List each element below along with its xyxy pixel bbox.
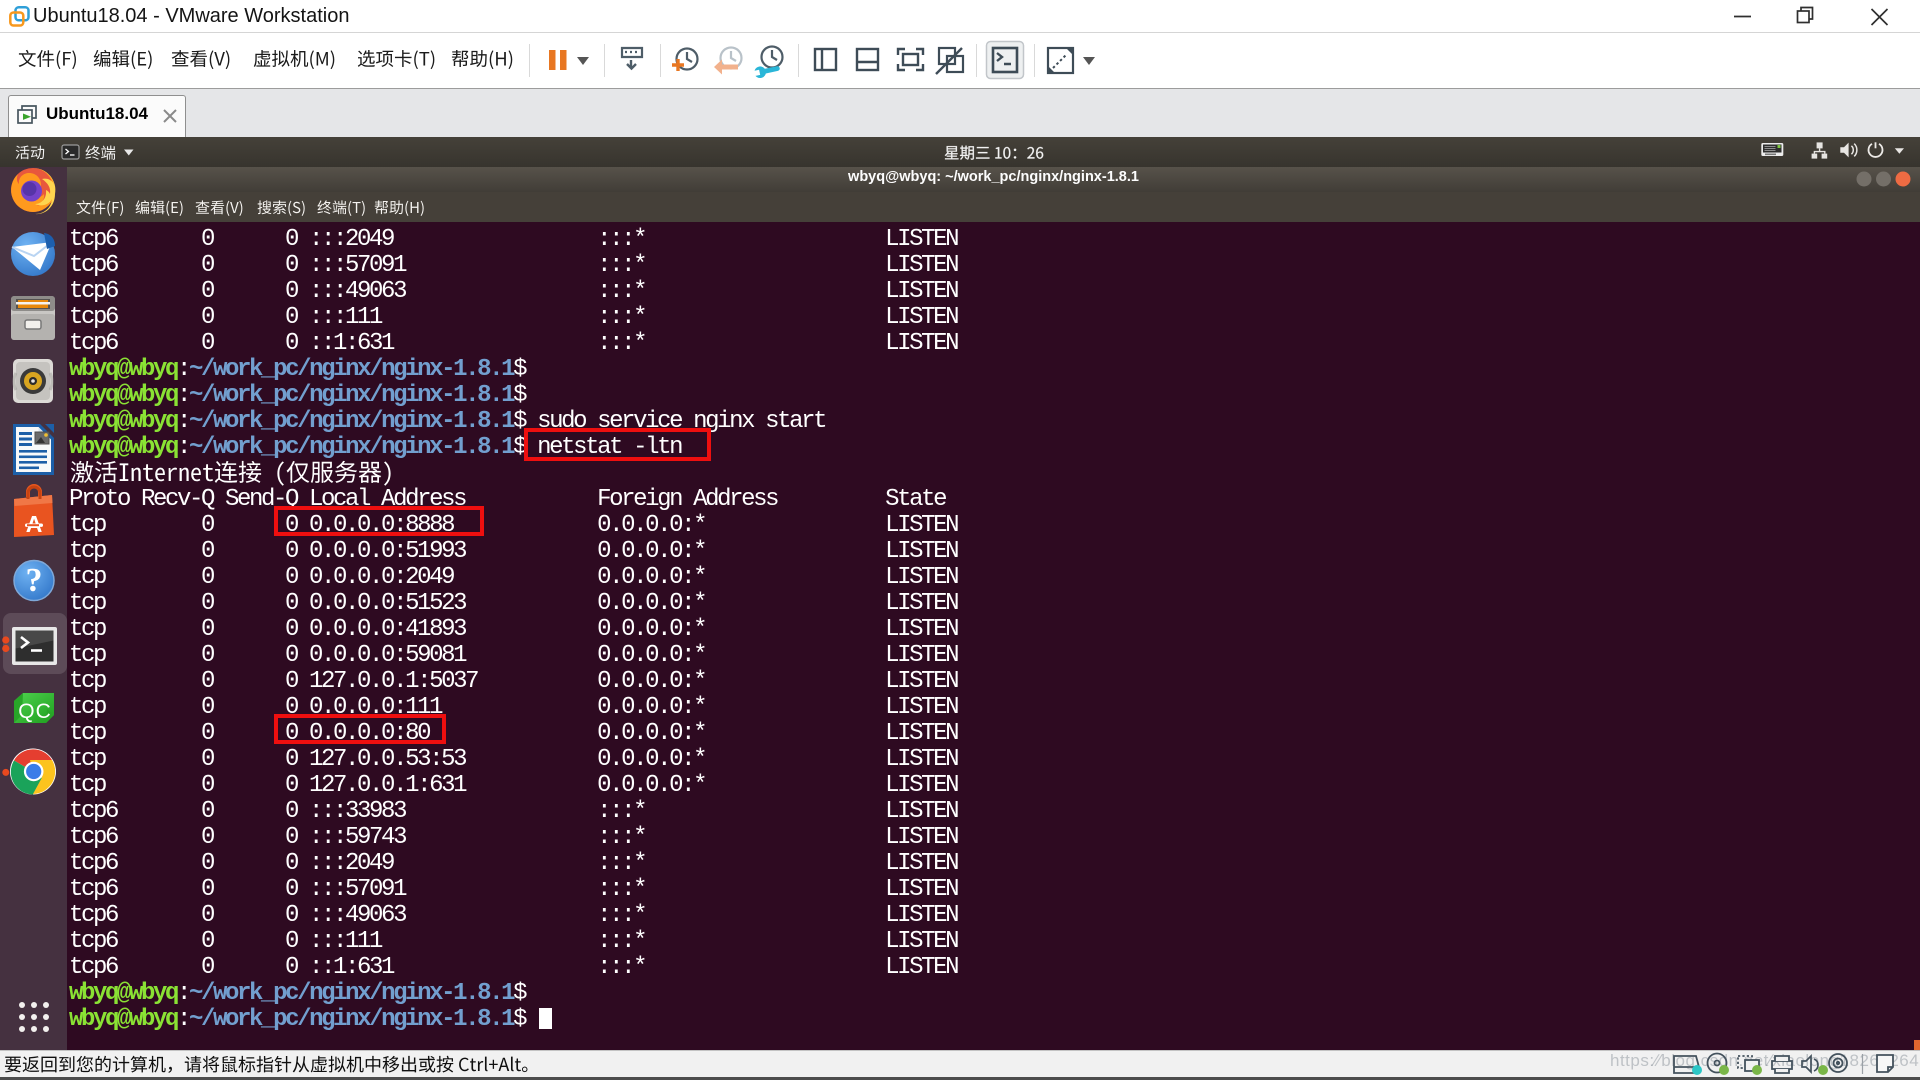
svg-text:?: ? <box>26 562 43 599</box>
svg-text:QC: QC <box>18 700 52 723</box>
